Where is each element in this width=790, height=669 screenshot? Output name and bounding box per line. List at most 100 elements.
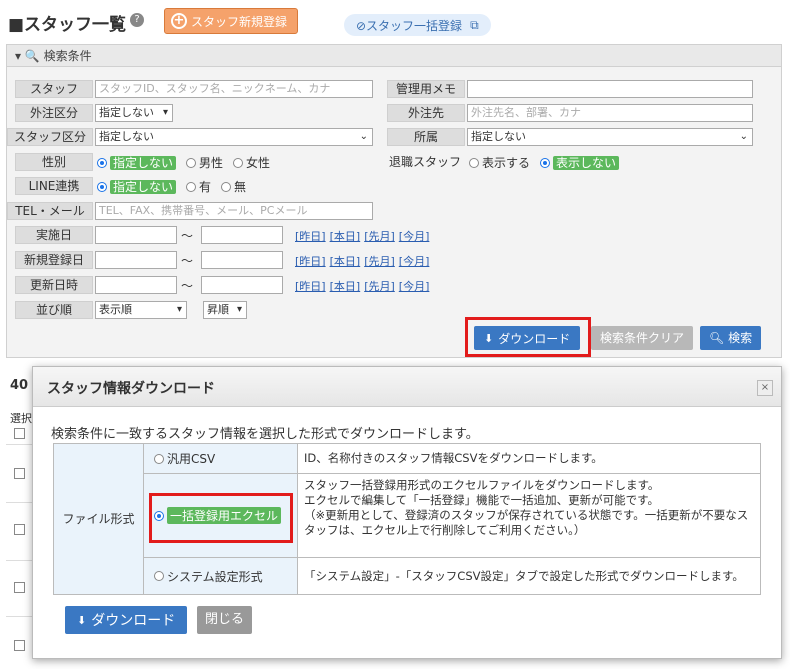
line-option-any[interactable]: 指定しない	[97, 178, 177, 195]
reg-date-to-input[interactable]	[201, 251, 283, 269]
exec-date-from-input[interactable]	[95, 226, 177, 244]
link-this-month[interactable]: [今月]	[399, 230, 430, 243]
affiliation-select[interactable]: 指定しない ⌄	[467, 128, 753, 146]
new-staff-label: スタッフ新規登録	[191, 14, 288, 29]
line-option-yes[interactable]: 有	[186, 178, 211, 195]
label-outsource-to: 外注先	[387, 104, 465, 122]
modal-description: 検索条件に一致するスタッフ情報を選択した形式でダウンロードします。	[51, 427, 479, 442]
search-panel: ▾ 🔍 検索条件 スタッフ スタッフID、スタッフ名、ニックネーム、カナ 管理用…	[6, 44, 782, 358]
plus-icon: +	[171, 13, 187, 29]
modal-title: スタッフ情報ダウンロード	[47, 381, 215, 397]
gender-option-female[interactable]: 女性	[233, 154, 270, 171]
row-checkbox[interactable]	[14, 640, 25, 651]
bulk-register-label: ⊘スタッフ一括登録	[356, 18, 463, 33]
label-retired: 退職スタッフ	[389, 155, 462, 169]
order-select[interactable]: 表示順 ▾	[95, 301, 187, 319]
clear-conditions-button[interactable]: 検索条件クリア	[591, 326, 694, 350]
gender-option-any[interactable]: 指定しない	[97, 154, 177, 171]
affiliation-value: 指定しない	[471, 130, 526, 143]
radio-icon	[469, 158, 479, 168]
format-option-system[interactable]: システム設定形式	[144, 558, 298, 594]
bulk-register-button[interactable]: ⊘スタッフ一括登録 ⧉	[344, 14, 491, 36]
link-this-month[interactable]: [今月]	[399, 255, 430, 268]
radio-selected-icon	[540, 158, 551, 168]
format-option-label: システム設定形式	[167, 569, 263, 584]
chevron-down-icon: ⌄	[739, 131, 748, 142]
outsource-type-select[interactable]: 指定しない ▾	[95, 104, 173, 122]
label-tel: TEL・メール	[7, 202, 93, 220]
exec-date-links: [昨日] [本日] [先月] [今月]	[295, 228, 433, 244]
outsource-type-value: 指定しない	[99, 106, 154, 119]
label-exec-date: 実施日	[15, 226, 93, 244]
modal-download-label: ダウンロード	[91, 613, 176, 629]
link-last-month[interactable]: [先月]	[364, 230, 395, 243]
row-checkbox[interactable]	[14, 468, 25, 479]
download-modal: スタッフ情報ダウンロード × 検索条件に一致するスタッフ情報を選択した形式でダウ…	[32, 366, 782, 659]
radio-icon	[186, 158, 197, 168]
outsource-to-input[interactable]: 外注先名、部署、カナ	[467, 104, 753, 122]
order-value: 表示順	[99, 303, 132, 316]
line-option-no[interactable]: 無	[221, 178, 246, 195]
radio-icon	[154, 571, 164, 581]
row-checkbox[interactable]	[14, 524, 25, 535]
link-yesterday[interactable]: [昨日]	[295, 255, 326, 268]
gender-option-male[interactable]: 男性	[186, 154, 223, 171]
chevron-down-icon: ▾	[176, 304, 182, 315]
modal-download-button[interactable]: ⬇ ダウンロード	[65, 606, 188, 634]
direction-select[interactable]: 昇順 ▾	[203, 301, 247, 319]
exec-date-to-input[interactable]	[201, 226, 283, 244]
close-icon[interactable]: ×	[757, 380, 773, 396]
tilde-separator: 〜	[181, 229, 194, 243]
result-count: 40	[10, 378, 29, 393]
search-button[interactable]: 🔍︎ 検索	[700, 326, 762, 350]
format-option-csv[interactable]: 汎用CSV	[144, 444, 298, 474]
staff-type-value: 指定しない	[99, 130, 154, 143]
label-line: LINE連携	[15, 177, 93, 195]
radio-selected-icon	[97, 182, 107, 192]
format-option-label: 汎用CSV	[167, 452, 216, 466]
link-this-month[interactable]: [今月]	[399, 280, 430, 293]
link-today[interactable]: [本日]	[330, 230, 361, 243]
radio-icon	[233, 158, 244, 168]
retired-radio-group: 表示する 表示しない	[469, 153, 620, 171]
format-desc: スタッフ一括登録用形式のエクセルファイルをダウンロードします。 エクセルで編集し…	[298, 474, 760, 558]
tel-email-input[interactable]: TEL、FAX、携帯番号、メール、PCメール	[95, 202, 373, 220]
select-all-checkbox[interactable]	[14, 428, 25, 439]
radio-icon	[186, 182, 197, 192]
new-staff-button[interactable]: + スタッフ新規登録	[164, 8, 299, 34]
file-format-label: ファイル形式	[54, 444, 144, 594]
highlight-box	[149, 493, 293, 543]
search-label: 検索	[728, 331, 753, 345]
retired-option-show[interactable]: 表示する	[469, 154, 530, 171]
staff-type-select[interactable]: 指定しない ⌄	[95, 128, 373, 146]
link-today[interactable]: [本日]	[330, 255, 361, 268]
highlight-box	[465, 317, 591, 357]
label-outsource-type: 外注区分	[15, 104, 93, 122]
link-today[interactable]: [本日]	[330, 280, 361, 293]
chevron-down-icon: ▾	[162, 107, 168, 118]
help-icon[interactable]: ?	[130, 13, 144, 27]
label-gender: 性別	[15, 153, 93, 171]
retired-option-hide[interactable]: 表示しない	[540, 154, 620, 171]
search-panel-header[interactable]: ▾ 🔍 検索条件	[7, 45, 781, 67]
link-yesterday[interactable]: [昨日]	[295, 230, 326, 243]
upd-date-links: [昨日] [本日] [先月] [今月]	[295, 278, 433, 294]
memo-input[interactable]	[467, 80, 753, 98]
row-checkbox[interactable]	[14, 582, 25, 593]
link-last-month[interactable]: [先月]	[364, 280, 395, 293]
link-yesterday[interactable]: [昨日]	[295, 280, 326, 293]
tilde-separator: 〜	[181, 254, 194, 268]
link-last-month[interactable]: [先月]	[364, 255, 395, 268]
staff-search-input[interactable]: スタッフID、スタッフ名、ニックネーム、カナ	[95, 80, 373, 98]
upd-date-to-input[interactable]	[201, 276, 283, 294]
reg-date-from-input[interactable]	[95, 251, 177, 269]
radio-icon	[154, 453, 164, 464]
page-title: ■スタッフ一覧	[8, 15, 127, 35]
label-reg-date: 新規登録日	[15, 251, 93, 269]
modal-header: スタッフ情報ダウンロード ×	[33, 367, 781, 407]
modal-close-button[interactable]: 閉じる	[197, 606, 253, 634]
gender-radio-group: 指定しない 男性 女性	[97, 153, 270, 171]
external-link-icon: ⧉	[470, 17, 479, 32]
upd-date-from-input[interactable]	[95, 276, 177, 294]
download-icon: ⬇	[77, 613, 87, 627]
